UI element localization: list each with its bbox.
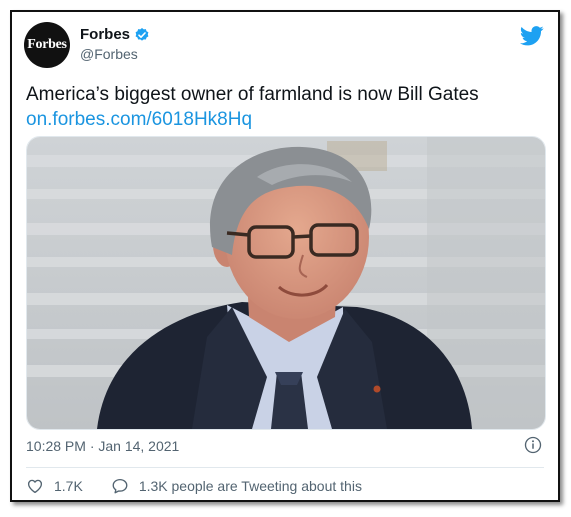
account-name[interactable]: Forbes (80, 26, 130, 43)
tweet-embed-card: Forbes Forbes @Forbes America’s biggest … (10, 10, 560, 502)
tweet-timestamp[interactable]: 10:28 PM · Jan 14, 2021 (26, 438, 179, 454)
avatar[interactable]: Forbes (24, 22, 70, 68)
tweet-text: America’s biggest owner of farmland is n… (26, 84, 479, 105)
conversation-button[interactable]: 1.3K people are Tweeting about this (111, 477, 362, 495)
twitter-bird-icon[interactable] (520, 26, 544, 46)
avatar-logo-text: Forbes (27, 37, 67, 52)
account-handle[interactable]: @Forbes (80, 46, 138, 62)
account-name-row[interactable]: Forbes (80, 26, 150, 43)
speech-bubble-icon (112, 478, 128, 494)
tweet-link[interactable]: on.forbes.com/6018Hk8Hq (26, 107, 546, 132)
conversation-text: 1.3K people are Tweeting about this (138, 478, 362, 494)
tweet-photo[interactable] (26, 136, 546, 430)
portrait-image (27, 137, 545, 429)
divider (26, 467, 544, 468)
like-count: 1.7K (54, 478, 83, 494)
info-icon[interactable] (524, 436, 542, 454)
heart-icon (27, 479, 43, 494)
tweet-text-block: America’s biggest owner of farmland is n… (26, 82, 546, 132)
tweet-actions: 1.7K 1.3K people are Tweeting about this (26, 477, 390, 495)
verified-badge-icon (135, 27, 149, 41)
like-button[interactable]: 1.7K (26, 477, 83, 495)
